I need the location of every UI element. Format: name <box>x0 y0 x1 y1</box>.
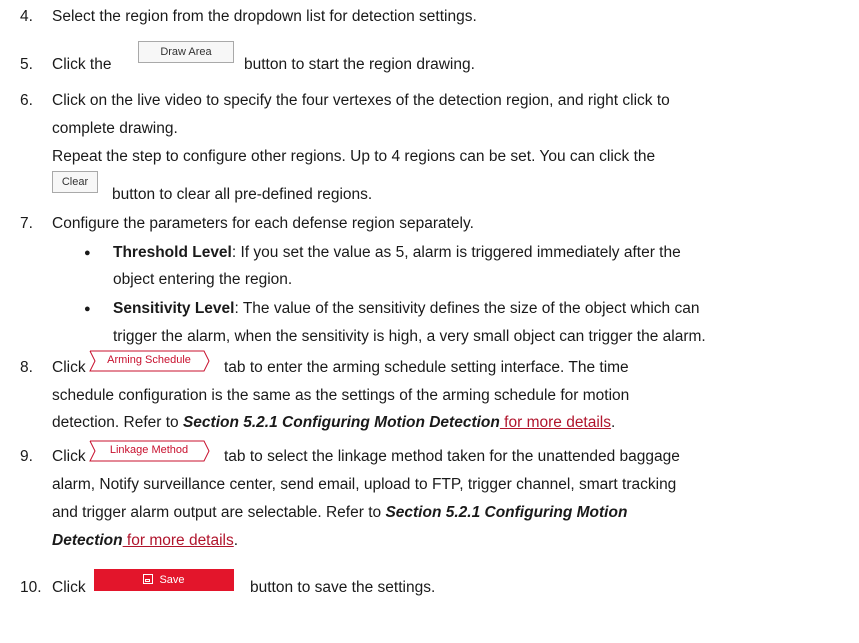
bullet-icon: ● <box>84 303 91 315</box>
step-number: 8. <box>20 359 33 376</box>
step-text: Click <box>52 359 86 376</box>
bullet-text: Sensitivity Level: The value of the sens… <box>113 300 699 318</box>
save-icon <box>143 574 154 584</box>
text-run: and trigger alarm output are selectable.… <box>52 504 386 521</box>
step-text: Click on the live video to specify the f… <box>52 92 670 109</box>
tab-label: Linkage Method <box>109 444 189 456</box>
bullet-text: object entering the region. <box>113 271 293 288</box>
tab-linkage-method[interactable]: Linkage Method <box>88 440 210 462</box>
step-text: Click <box>52 579 86 596</box>
step-text: Click <box>52 448 86 465</box>
step-number: 6. <box>20 92 33 109</box>
section-reference: Section 5.2.1 Configuring Motion <box>385 504 628 521</box>
more-details-link[interactable]: for more details <box>500 414 611 431</box>
bullet-text: trigger the alarm, when the sensitivity … <box>113 328 706 345</box>
period: . <box>233 532 239 549</box>
step-text: and trigger alarm output are selectable.… <box>52 504 627 522</box>
save-label: Save <box>159 574 185 586</box>
save-button[interactable]: Save <box>94 569 234 591</box>
step-text: Detection for more details. <box>52 532 238 550</box>
draw-area-button[interactable]: Draw Area <box>138 41 234 63</box>
step-text: tab to select the linkage method taken f… <box>224 448 680 465</box>
step-text: Repeat the step to configure other regio… <box>52 148 656 165</box>
step-number: 10. <box>20 579 42 596</box>
bullet-text: Threshold Level: If you set the value as… <box>113 244 681 262</box>
step-number: 9. <box>20 448 33 465</box>
step-text: schedule configuration is the same as th… <box>52 387 630 404</box>
bullet-desc: : The value of the sensitivity defines t… <box>234 300 700 317</box>
period: . <box>611 414 616 431</box>
step-text: complete drawing. <box>52 120 178 137</box>
step-number: 5. <box>20 56 33 73</box>
step-text: tab to enter the arming schedule setting… <box>224 359 629 376</box>
step-text: alarm, Notify surveillance center, send … <box>52 476 677 493</box>
step-text: detection. Refer to Section 5.2.1 Config… <box>52 414 615 432</box>
tab-label: Arming Schedule <box>107 354 191 366</box>
step-number: 7. <box>20 215 33 232</box>
bullet-term: Threshold Level <box>113 244 232 261</box>
step-number: 4. <box>20 8 33 25</box>
tab-arming-schedule[interactable]: Arming Schedule <box>88 350 210 372</box>
more-details-link[interactable]: for more details <box>123 532 234 549</box>
section-reference: Detection <box>52 532 123 549</box>
step-text: Click the <box>52 56 112 73</box>
section-reference: Section 5.2.1 Configuring Motion Detecti… <box>182 414 500 431</box>
step-text: button to start the region drawing. <box>244 56 475 73</box>
step-text: Select the region from the dropdown list… <box>52 8 477 25</box>
bullet-desc: : If you set the value as 5, alarm is tr… <box>231 244 681 261</box>
clear-button[interactable]: Clear <box>52 171 98 193</box>
step-text: button to save the settings. <box>250 579 436 596</box>
bullet-term: Sensitivity Level <box>113 300 235 317</box>
bullet-icon: ● <box>84 247 91 259</box>
step-text: button to clear all pre-defined regions. <box>112 186 373 203</box>
step-text: Configure the parameters for each defens… <box>52 215 474 232</box>
text-run: detection. Refer to <box>52 414 183 431</box>
